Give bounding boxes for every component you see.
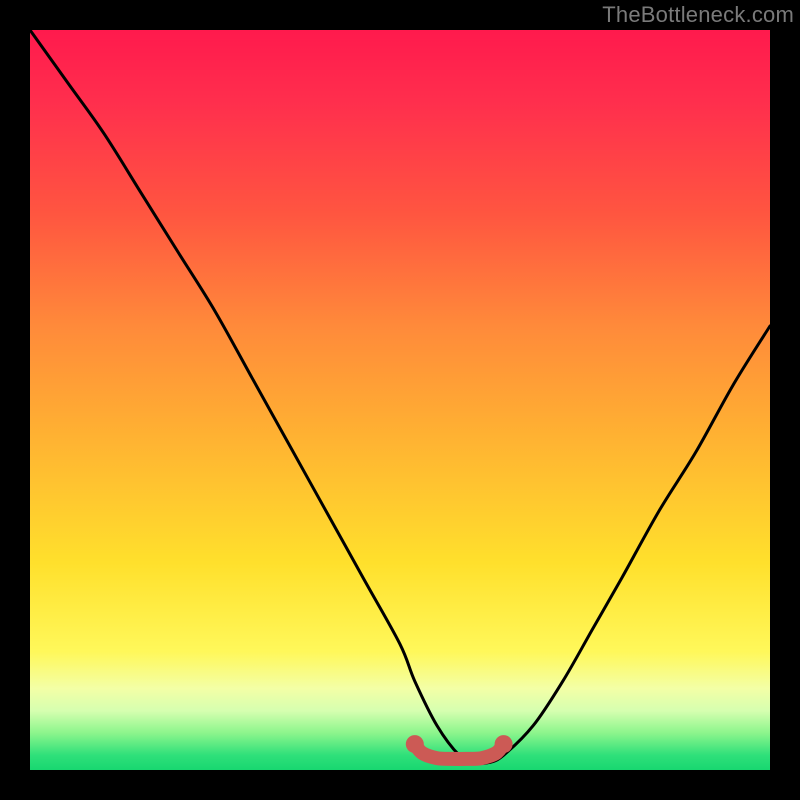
optimal-range-marker: [415, 744, 504, 759]
watermark-text: TheBottleneck.com: [602, 2, 794, 28]
chart-stage: TheBottleneck.com: [0, 0, 800, 800]
marker-end-dot: [495, 735, 513, 753]
plot-area: [30, 30, 770, 770]
marker-start-dot: [406, 735, 424, 753]
curve-layer: [30, 30, 770, 770]
bottleneck-curve: [30, 30, 770, 764]
